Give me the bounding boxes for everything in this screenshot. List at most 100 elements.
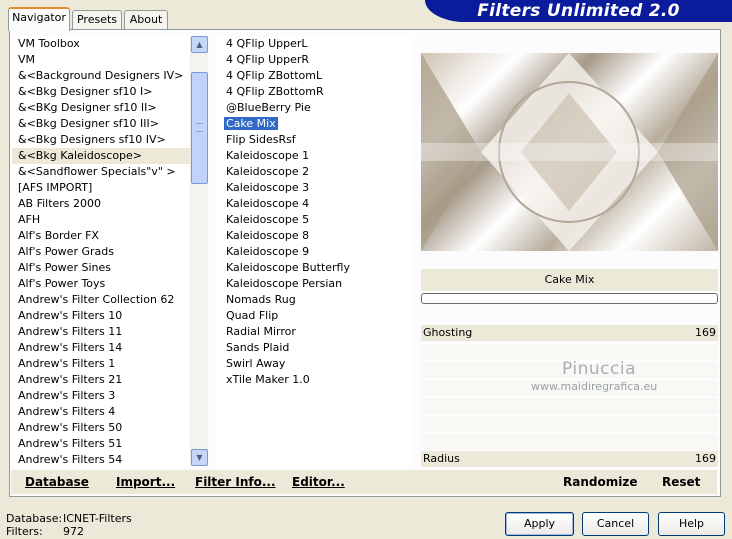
database-value: ICNET-Filters bbox=[63, 512, 132, 525]
filter-item[interactable]: Kaleidoscope Butterfly bbox=[216, 260, 412, 276]
filter-item-label: Kaleidoscope 1 bbox=[226, 149, 310, 162]
category-item[interactable]: Andrew's Filters 50 bbox=[12, 420, 190, 436]
category-item[interactable]: Andrew's Filters 3 bbox=[12, 388, 190, 404]
category-item[interactable]: &<Bkg Designer sf10 III> bbox=[12, 116, 190, 132]
filter-item-label: xTile Maker 1.0 bbox=[226, 373, 310, 386]
filters-count: 972 bbox=[63, 525, 84, 538]
filter-item-label: Nomads Rug bbox=[226, 293, 296, 306]
category-item[interactable]: AB Filters 2000 bbox=[12, 196, 190, 212]
param-label: Radius bbox=[423, 452, 460, 465]
param-slot bbox=[421, 433, 718, 450]
category-item[interactable]: Andrew's Filters 51 bbox=[12, 436, 190, 452]
editor-button[interactable]: Editor... bbox=[292, 475, 345, 489]
filter-info-button[interactable]: Filter Info... bbox=[195, 475, 276, 489]
preview-image bbox=[421, 53, 718, 251]
category-item[interactable]: Andrew's Filter Collection 62 bbox=[12, 292, 190, 308]
filter-item-label: 4 QFlip UpperR bbox=[226, 53, 310, 66]
selected-filter-name: Cake Mix bbox=[421, 269, 718, 291]
filter-item[interactable]: Kaleidoscope Persian bbox=[216, 276, 412, 292]
tab-presets[interactable]: Presets bbox=[72, 10, 122, 29]
category-item[interactable]: VM bbox=[12, 52, 190, 68]
category-item[interactable]: &<Sandflower Specials"v" > bbox=[12, 164, 190, 180]
database-button[interactable]: Database bbox=[25, 475, 89, 489]
category-item[interactable]: VM Toolbox bbox=[12, 36, 190, 52]
filter-item[interactable]: 4 QFlip UpperL bbox=[216, 36, 412, 52]
category-list[interactable]: VM Toolbox VM &<Background Designers IV> &<… bbox=[12, 36, 190, 466]
param-slot bbox=[421, 343, 718, 360]
param-value: 169 bbox=[695, 326, 716, 339]
category-item[interactable]: Andrew's Filters 11 bbox=[12, 324, 190, 340]
category-item[interactable]: Alf's Border FX bbox=[12, 228, 190, 244]
filter-list[interactable]: 4 QFlip UpperL 4 QFlip UpperR 4 QFlip ZBot… bbox=[216, 36, 412, 466]
category-item[interactable]: &<Bkg Designer sf10 I> bbox=[12, 84, 190, 100]
scroll-up-icon[interactable]: ▲ bbox=[191, 36, 208, 53]
filter-item[interactable]: Kaleidoscope 8 bbox=[216, 228, 412, 244]
filter-item-label: Kaleidoscope 5 bbox=[226, 213, 310, 226]
category-scrollbar[interactable]: ▲ ▼ bbox=[190, 36, 208, 466]
scroll-thumb[interactable] bbox=[191, 72, 208, 184]
param-value: 169 bbox=[695, 452, 716, 465]
category-item[interactable]: Alf's Power Toys bbox=[12, 276, 190, 292]
filter-item[interactable]: Sands Plaid bbox=[216, 340, 412, 356]
apply-button[interactable]: Apply bbox=[505, 512, 574, 536]
filter-item[interactable]: Radial Mirror bbox=[216, 324, 412, 340]
import-button[interactable]: Import... bbox=[116, 475, 175, 489]
filter-item-label: @BlueBerry Pie bbox=[226, 101, 311, 114]
param-label: Ghosting bbox=[423, 326, 473, 339]
tab-about[interactable]: About bbox=[124, 10, 168, 29]
filter-item-label: Kaleidoscope Persian bbox=[226, 277, 343, 290]
filter-item[interactable]: Flip SidesRsf bbox=[216, 132, 412, 148]
param-radius[interactable]: Radius 169 bbox=[421, 451, 718, 467]
cancel-button[interactable]: Cancel bbox=[582, 512, 649, 536]
category-item[interactable]: Andrew's Filters 54 bbox=[12, 452, 190, 466]
filter-item-label: Flip SidesRsf bbox=[226, 133, 296, 146]
filter-item-label: 4 QFlip ZBottomL bbox=[226, 69, 323, 82]
filter-item-label: Kaleidoscope 2 bbox=[226, 165, 310, 178]
filter-item[interactable]: 4 QFlip ZBottomR bbox=[216, 84, 412, 100]
category-item[interactable]: Andrew's Filters 10 bbox=[12, 308, 190, 324]
filter-item[interactable]: Kaleidoscope 4 bbox=[216, 196, 412, 212]
filter-item[interactable]: xTile Maker 1.0 bbox=[216, 372, 412, 388]
category-item[interactable]: AFH bbox=[12, 212, 190, 228]
category-item[interactable]: &<Bkg Designers sf10 IV> bbox=[12, 132, 190, 148]
randomize-button[interactable]: Randomize bbox=[563, 475, 637, 489]
reset-button[interactable]: Reset bbox=[662, 475, 700, 489]
filter-item[interactable]: Kaleidoscope 5 bbox=[216, 212, 412, 228]
filter-item[interactable]: Quad Flip bbox=[216, 308, 412, 324]
filter-item[interactable]: Kaleidoscope 2 bbox=[216, 164, 412, 180]
filter-item-label: Kaleidoscope 4 bbox=[226, 197, 310, 210]
category-item[interactable]: Andrew's Filters 21 bbox=[12, 372, 190, 388]
filter-item-label: 4 QFlip ZBottomR bbox=[226, 85, 324, 98]
category-item[interactable]: &<BKg Designer sf10 II> bbox=[12, 100, 190, 116]
filter-item[interactable]: Nomads Rug bbox=[216, 292, 412, 308]
param-slot bbox=[421, 397, 718, 414]
filter-item[interactable]: Kaleidoscope 3 bbox=[216, 180, 412, 196]
filter-item-label: Swirl Away bbox=[226, 357, 286, 370]
category-item[interactable]: Andrew's Filters 1 bbox=[12, 356, 190, 372]
filter-item[interactable]: 4 QFlip ZBottomL bbox=[216, 68, 412, 84]
param-ghosting[interactable]: Ghosting 169 bbox=[421, 325, 718, 341]
filter-item[interactable]: Swirl Away bbox=[216, 356, 412, 372]
filter-item[interactable]: @BlueBerry Pie bbox=[216, 100, 412, 116]
filter-item-label: 4 QFlip UpperL bbox=[226, 37, 308, 50]
filter-item[interactable]: Kaleidoscope 1 bbox=[216, 148, 412, 164]
help-button[interactable]: Help bbox=[658, 512, 725, 536]
banner-title: Filters Unlimited 2.0 bbox=[425, 0, 732, 22]
filter-item-label: Kaleidoscope Butterfly bbox=[226, 261, 350, 274]
watermark-logo: Pinuccia bbox=[562, 359, 636, 379]
filter-item-label: Radial Mirror bbox=[226, 325, 296, 338]
category-item[interactable]: &<Bkg Kaleidoscope> bbox=[12, 148, 190, 164]
filter-item[interactable]: Kaleidoscope 9 bbox=[216, 244, 412, 260]
scroll-down-icon[interactable]: ▼ bbox=[191, 449, 208, 466]
progress-bar bbox=[421, 293, 718, 304]
category-item[interactable]: Alf's Power Sines bbox=[12, 260, 190, 276]
category-item[interactable]: Andrew's Filters 14 bbox=[12, 340, 190, 356]
category-item[interactable]: &<Background Designers IV> bbox=[12, 68, 190, 84]
category-item[interactable]: Alf's Power Grads bbox=[12, 244, 190, 260]
filter-item[interactable]: 4 QFlip UpperR bbox=[216, 52, 412, 68]
category-item[interactable]: [AFS IMPORT] bbox=[12, 180, 190, 196]
tab-navigator[interactable]: Navigator bbox=[8, 7, 70, 31]
filter-item-label: Quad Flip bbox=[226, 309, 279, 322]
filter-item[interactable]: Cake Mix bbox=[216, 116, 412, 132]
category-item[interactable]: Andrew's Filters 4 bbox=[12, 404, 190, 420]
